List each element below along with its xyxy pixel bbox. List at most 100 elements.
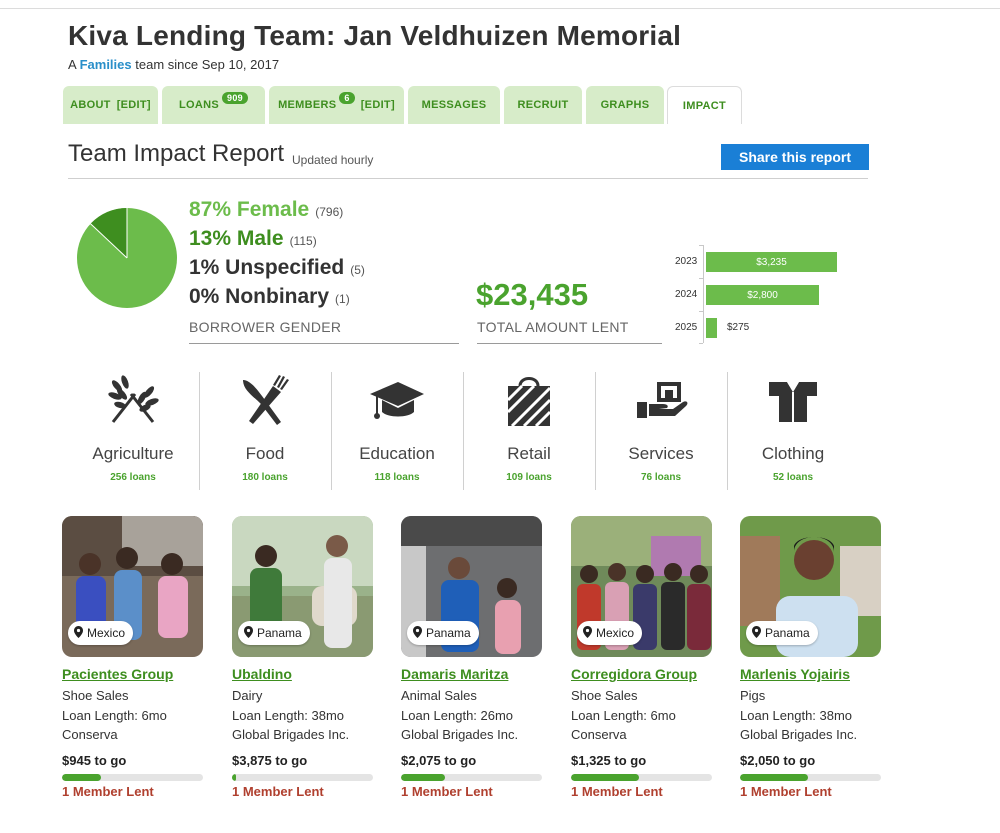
sector-education[interactable]: Education 118 loans (331, 372, 463, 490)
borrower-name-link[interactable]: Corregidora Group (571, 666, 697, 682)
team-title: Kiva Lending Team: Jan Veldhuizen Memori… (68, 20, 682, 51)
location-badge: Mexico (577, 621, 643, 645)
loan-activity: Animal Sales (401, 688, 477, 703)
borrower-name-link[interactable]: Ubaldino (232, 666, 292, 682)
location-badge: Mexico (68, 621, 134, 645)
tab-impact-label: IMPACT (682, 99, 727, 112)
amount-to-go: $3,875 to go (232, 753, 308, 768)
team-subtitle-suffix: team since Sep 10, 2017 (135, 57, 280, 72)
report-divider (68, 178, 868, 179)
loan-partner: Conserva (571, 727, 627, 742)
gender-nonbinary-pct: 0% Nonbinary (189, 285, 330, 308)
shirt-icon (763, 372, 823, 428)
year-axis-tick (699, 311, 703, 312)
year-bar-value: $2,800 (747, 289, 778, 301)
borrower-name-link[interactable]: Marlenis Yojairis (740, 666, 850, 682)
amount-to-go: $1,325 to go (571, 753, 647, 768)
gender-female-pct: 87% Female (189, 198, 310, 221)
year-label-2024: 2024 (675, 289, 698, 300)
map-pin-icon (244, 625, 253, 641)
tab-messages[interactable]: MESSAGES (408, 86, 500, 124)
members-lent: 1 Member Lent (232, 784, 324, 799)
share-report-button[interactable]: Share this report (721, 144, 869, 170)
sector-services[interactable]: Services 76 loans (595, 372, 727, 490)
loan-length: Loan Length: 26mo (401, 708, 514, 723)
location-text: Panama (257, 626, 302, 640)
year-axis-tick (699, 343, 703, 344)
borrower-gender-label: BORROWER GENDER (189, 319, 342, 335)
tab-impact[interactable]: IMPACT (667, 86, 742, 124)
sector-loan-count: 180 loans (242, 472, 288, 483)
shopping-bag-icon (499, 372, 559, 428)
report-updated-note: Updated hourly (292, 153, 374, 167)
year-bar-2024: $2,800 (706, 285, 819, 305)
borrower-name-link[interactable]: Damaris Maritza (401, 666, 508, 682)
loan-activity: Shoe Sales (571, 688, 638, 703)
gender-male-pct: 13% Male (189, 227, 284, 250)
map-pin-icon (752, 625, 761, 641)
tab-graphs-label: GRAPHS (600, 99, 650, 111)
year-label-2025: 2025 (675, 322, 698, 333)
sector-retail[interactable]: Retail 109 loans (463, 372, 595, 490)
tab-loans[interactable]: LOANS 909 (162, 86, 265, 124)
year-bar-2025 (706, 318, 717, 338)
sector-name: Agriculture (92, 444, 174, 463)
members-lent: 1 Member Lent (401, 784, 493, 799)
loan-length: Loan Length: 38mo (740, 708, 853, 723)
sector-name: Education (359, 444, 435, 463)
funding-progress-fill (401, 774, 445, 781)
loan-partner: Global Brigades Inc. (740, 727, 858, 742)
loan-length: Loan Length: 6mo (571, 708, 676, 723)
sector-loan-count: 76 loans (640, 472, 682, 483)
members-lent: 1 Member Lent (62, 784, 154, 799)
year-chart-axis (703, 245, 704, 343)
year-bar-value: $275 (727, 322, 750, 333)
tab-recruit[interactable]: RECRUIT (504, 86, 582, 124)
total-amount-label: TOTAL AMOUNT LENT (477, 319, 629, 335)
loan-partner: Global Brigades Inc. (401, 727, 519, 742)
location-text: Panama (426, 626, 471, 640)
sector-food[interactable]: Food 180 loans (199, 372, 331, 490)
tab-about-edit[interactable]: [EDIT] (117, 99, 151, 111)
loan-partner: Conserva (62, 727, 118, 742)
fork-knife-icon (235, 372, 295, 428)
funding-progress-fill (740, 774, 808, 781)
year-label-2023: 2023 (675, 256, 698, 267)
amount-to-go: $945 to go (62, 753, 127, 768)
map-pin-icon (74, 625, 83, 641)
map-pin-icon (413, 625, 422, 641)
tab-recruit-label: RECRUIT (517, 99, 569, 111)
map-pin-icon (583, 625, 592, 641)
funding-progress-bar (740, 774, 881, 781)
year-axis-tick (699, 245, 703, 246)
sector-loan-count: 109 loans (506, 472, 552, 483)
hand-service-icon (631, 372, 691, 428)
loan-length: Loan Length: 6mo (62, 708, 167, 723)
loan-activity: Pigs (740, 688, 766, 703)
total-underline (477, 343, 662, 344)
tab-members[interactable]: MEMBERS 6 [EDIT] (269, 86, 404, 124)
amount-to-go: $2,050 to go (740, 753, 816, 768)
location-text: Mexico (87, 626, 126, 640)
tab-loans-label: LOANS (179, 99, 220, 111)
graduation-cap-icon (367, 372, 427, 428)
gender-male-count: (115) (289, 234, 317, 248)
tab-about[interactable]: ABOUT [EDIT] (63, 86, 158, 124)
loan-activity: Dairy (232, 688, 263, 703)
sector-clothing[interactable]: Clothing 52 loans (727, 372, 859, 490)
year-axis-tick (699, 278, 703, 279)
location-badge: Panama (407, 621, 479, 645)
tab-graphs[interactable]: GRAPHS (586, 86, 664, 124)
funding-progress-fill (62, 774, 101, 781)
tab-members-edit[interactable]: [EDIT] (361, 99, 395, 111)
borrower-name-link[interactable]: Pacientes Group (62, 666, 173, 682)
tab-members-label: MEMBERS (278, 99, 337, 111)
gender-unspecified-pct: 1% Unspecified (189, 256, 345, 279)
team-category-link[interactable]: Families (80, 57, 132, 72)
sector-agriculture[interactable]: Agriculture 256 loans (67, 372, 199, 490)
gender-female-count: (796) (315, 205, 344, 219)
tab-members-badge: 6 (339, 92, 355, 104)
sector-name: Food (245, 444, 285, 463)
location-badge: Panama (238, 621, 310, 645)
loan-activity: Shoe Sales (62, 688, 129, 703)
